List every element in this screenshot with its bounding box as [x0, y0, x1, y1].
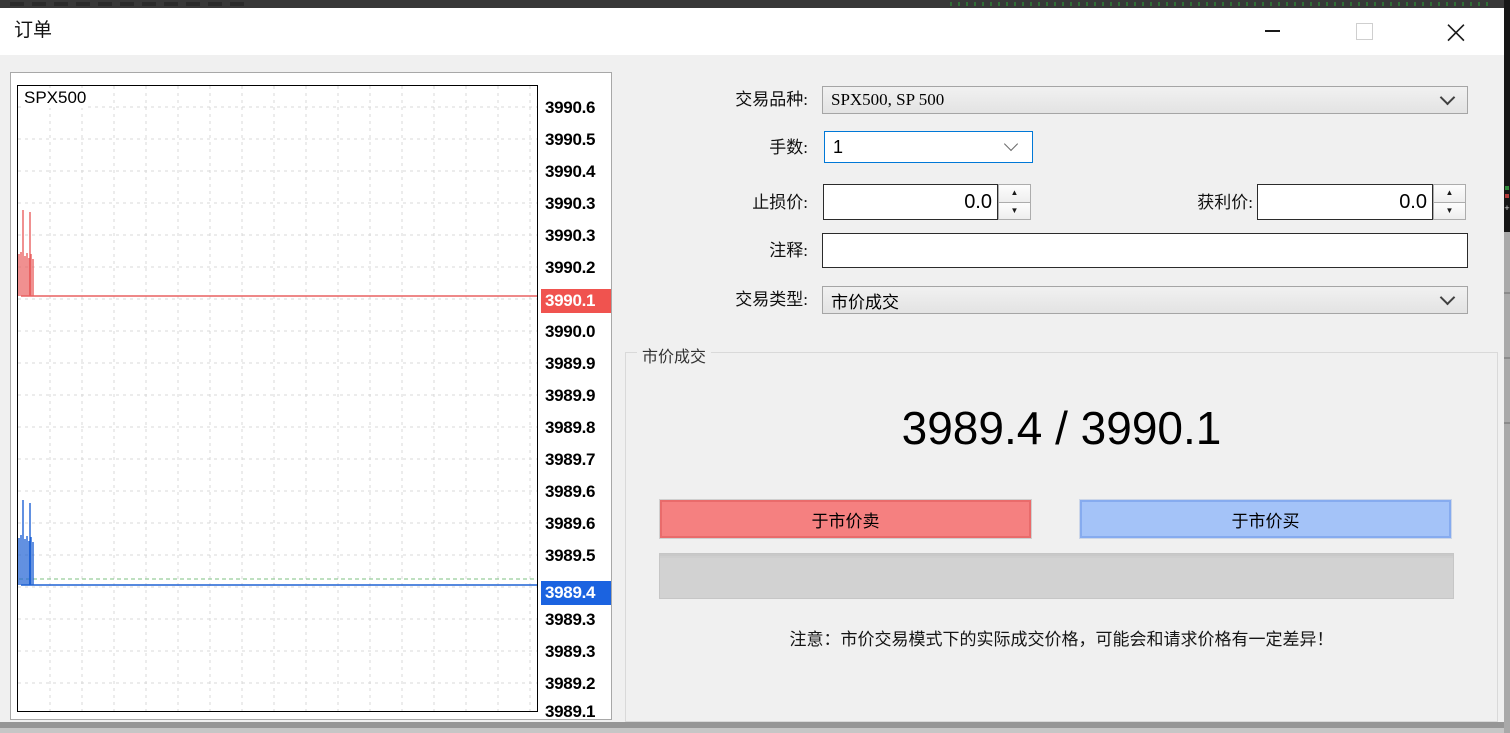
order-type-select[interactable]: 市价成交	[822, 286, 1468, 314]
price-tick: 3989.3	[541, 608, 611, 632]
price-tick: 3989.6	[541, 480, 611, 504]
background-scrollbar-divider	[1504, 357, 1510, 359]
stop-loss-field	[823, 184, 998, 220]
volume-input[interactable]	[825, 132, 1003, 162]
comment-input[interactable]	[823, 234, 1467, 267]
market-execution-groupbox: 市价成交 3989.4 / 3990.1 于市价卖 于市价买 注意：市价交易模式…	[625, 352, 1498, 722]
minimize-button[interactable]	[1249, 12, 1295, 50]
price-tick: 3989.1	[541, 700, 611, 720]
background-tick-green	[1505, 186, 1509, 190]
price-tick: 3989.9	[541, 352, 611, 376]
ask-price-tick: 3990.1	[541, 289, 611, 313]
stop-loss-down-button[interactable]: ▼	[998, 202, 1031, 221]
stop-loss-input[interactable]	[824, 185, 997, 219]
price-tick: 3989.9	[541, 384, 611, 408]
bid-ask-quote: 3989.4 / 3990.1	[626, 401, 1497, 455]
background-tick-red	[1505, 194, 1509, 198]
take-profit-label: 获利价:	[1103, 188, 1253, 218]
stop-loss-label: 止损价:	[658, 188, 808, 218]
tick-chart-plot: SPX500	[17, 85, 538, 712]
volume-label: 手数:	[658, 133, 808, 163]
chart-symbol-label: SPX500	[22, 88, 88, 108]
price-tick: 3990.3	[541, 192, 611, 216]
close-icon: ×	[1442, 15, 1470, 48]
chevron-down-icon	[1440, 290, 1456, 306]
price-tick: 3990.2	[541, 256, 611, 280]
price-tick: 3990.6	[541, 96, 611, 120]
chevron-down-icon	[1440, 90, 1456, 106]
background-scrollbar-divider	[1504, 292, 1510, 294]
price-tick: 3990.0	[541, 320, 611, 344]
market-warning-note: 注意：市价交易模式下的实际成交价格，可能会和请求价格有一定差异！	[626, 625, 1497, 650]
maximize-icon	[1356, 23, 1373, 40]
symbol-select-value: SPX500, SP 500	[831, 90, 944, 110]
minimize-icon	[1265, 30, 1280, 32]
order-dialog: 订单 ×	[0, 8, 1504, 722]
price-tick: 3990.5	[541, 128, 611, 152]
sell-at-market-button[interactable]: 于市价卖	[659, 499, 1032, 539]
price-tick: 3989.6	[541, 512, 611, 536]
price-tick: 3989.3	[541, 640, 611, 664]
symbol-label: 交易品种:	[658, 86, 808, 114]
take-profit-up-button[interactable]: ▲	[1433, 184, 1466, 202]
screen: + 订单 ×	[0, 0, 1510, 733]
comment-label: 注释:	[658, 236, 808, 266]
background-window-edge: +	[1504, 0, 1510, 733]
volume-combobox[interactable]	[824, 131, 1033, 163]
background-window-strip	[0, 0, 1510, 8]
maximize-button[interactable]	[1341, 12, 1387, 50]
groupbox-legend: 市价成交	[637, 343, 711, 367]
stop-loss-spinner: ▲ ▼	[998, 184, 1031, 220]
take-profit-spinner: ▲ ▼	[1433, 184, 1466, 220]
stop-loss-up-button[interactable]: ▲	[998, 184, 1031, 202]
comment-field	[822, 233, 1468, 268]
dialog-title: 订单	[14, 8, 52, 55]
dialog-titlebar: 订单 ×	[0, 8, 1504, 55]
buy-at-market-button[interactable]: 于市价买	[1079, 499, 1452, 539]
background-taskbar-strip	[0, 722, 1510, 733]
take-profit-down-button[interactable]: ▼	[1433, 202, 1466, 221]
order-type-select-value: 市价成交	[831, 288, 899, 313]
price-tick: 3989.7	[541, 448, 611, 472]
price-tick: 3989.2	[541, 672, 611, 696]
tick-chart: SPX500 3990.6 3990.5 3990.4 3990.3 3990.…	[10, 72, 612, 720]
background-scrollbar-divider	[1504, 422, 1510, 424]
take-profit-field	[1257, 184, 1433, 220]
symbol-select[interactable]: SPX500, SP 500	[822, 86, 1468, 114]
close-button[interactable]: ×	[1433, 12, 1479, 50]
bid-price-tick: 3989.4	[541, 581, 611, 605]
tick-chart-canvas	[18, 86, 537, 711]
disabled-confirm-bar	[659, 553, 1454, 599]
price-tick: 3990.4	[541, 160, 611, 184]
chevron-down-icon	[1004, 137, 1018, 151]
take-profit-input[interactable]	[1258, 185, 1432, 219]
price-tick: 3990.3	[541, 224, 611, 248]
price-tick: 3989.8	[541, 416, 611, 440]
order-type-label: 交易类型:	[658, 286, 808, 314]
price-tick: 3989.5	[541, 544, 611, 568]
background-plus-icon: +	[1504, 203, 1510, 213]
